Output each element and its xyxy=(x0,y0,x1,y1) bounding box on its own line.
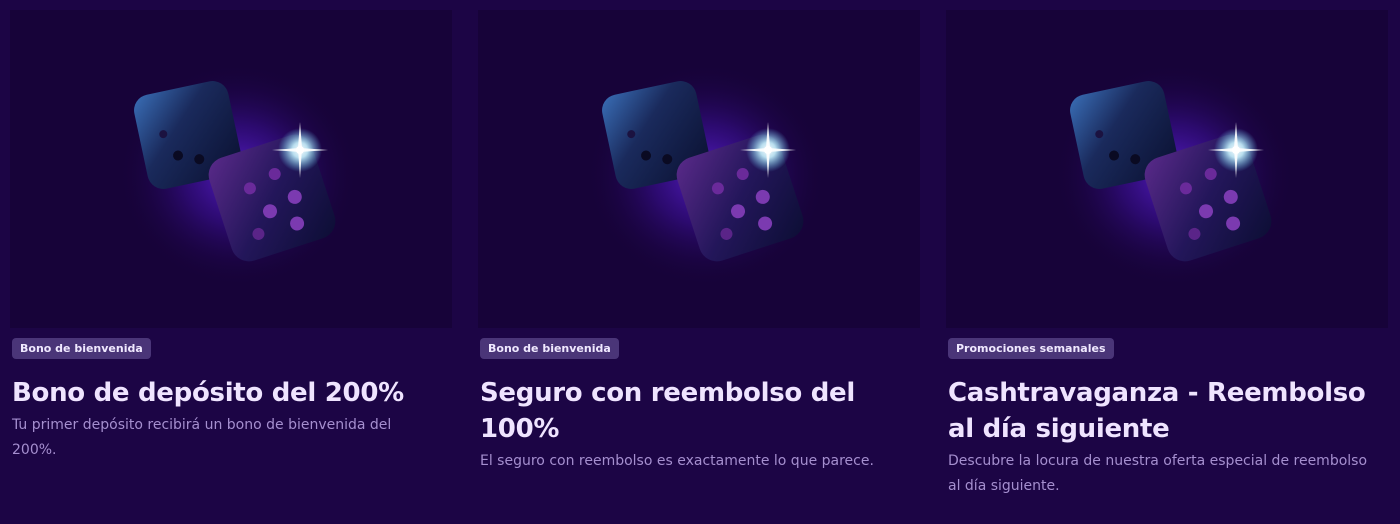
promo-card-image[interactable] xyxy=(10,10,452,328)
promo-card[interactable]: Promociones semanales Cashtravaganza - R… xyxy=(946,10,1388,499)
promotions-grid: Bono de bienvenida Bono de depósito del … xyxy=(0,0,1400,524)
dice-icon xyxy=(10,10,452,328)
promo-card[interactable]: Bono de bienvenida Seguro con reembolso … xyxy=(478,10,920,474)
category-tag: Bono de bienvenida xyxy=(12,338,151,359)
promo-title[interactable]: Cashtravaganza - Reembolso al día siguie… xyxy=(948,375,1388,447)
promo-card[interactable]: Bono de bienvenida Bono de depósito del … xyxy=(10,10,452,463)
promo-title[interactable]: Bono de depósito del 200% xyxy=(12,375,452,411)
promo-title[interactable]: Seguro con reembolso del 100% xyxy=(480,375,920,447)
dice-icon xyxy=(478,10,920,328)
category-tag: Promociones semanales xyxy=(948,338,1114,359)
category-tag: Bono de bienvenida xyxy=(480,338,619,359)
promo-description: El seguro con reembolso es exactamente l… xyxy=(480,453,874,469)
promo-description: Descubre la locura de nuestra oferta esp… xyxy=(948,453,1368,494)
promo-description: Tu primer depósito recibirá un bono de b… xyxy=(12,417,392,458)
promo-card-image[interactable] xyxy=(478,10,920,328)
dice-icon xyxy=(946,10,1388,328)
promo-card-image[interactable] xyxy=(946,10,1388,328)
